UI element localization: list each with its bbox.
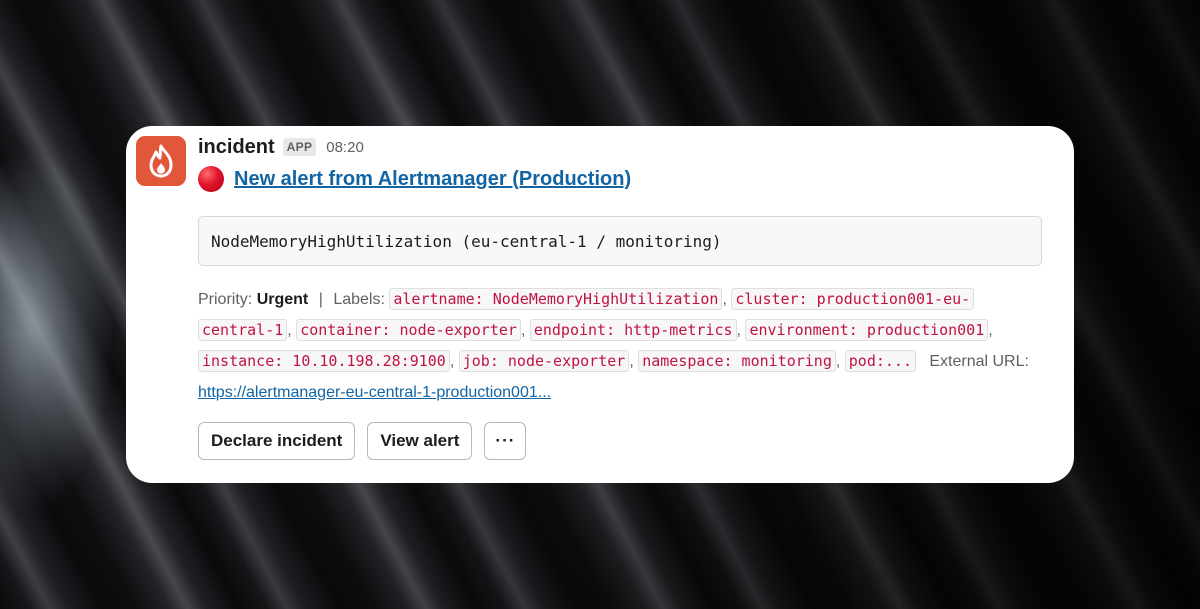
label-comma: , [736, 322, 741, 339]
labels-label: Labels: [333, 291, 385, 308]
label-namespace: namespace: monitoring [638, 350, 836, 372]
label-comma: , [988, 322, 993, 339]
label-job: job: node-exporter [458, 350, 630, 372]
alert-title-row: New alert from Alertmanager (Production) [198, 165, 1038, 193]
sender-name[interactable]: incident [198, 136, 275, 159]
app-badge: APP [282, 138, 317, 156]
label-environment: environment: production001 [745, 319, 989, 341]
external-url-link[interactable]: https://alertmanager-eu-central-1-produc… [198, 384, 551, 401]
priority-value: Urgent [256, 291, 309, 308]
message-card: incident APP 08:20 New alert from Alertm… [126, 126, 1074, 483]
label-instance: instance: 10.10.198.28:9100 [198, 350, 450, 372]
label-alertname: alertname: NodeMemoryHighUtilization [389, 288, 723, 310]
label-comma: , [835, 353, 841, 370]
label-comma: , [520, 322, 526, 339]
alert-code-block: NodeMemoryHighUtilization (eu-central-1 … [198, 216, 1042, 266]
label-comma: , [629, 353, 634, 370]
more-actions-button[interactable]: ··· [484, 422, 527, 460]
red-circle-icon [198, 166, 224, 192]
message-header: incident APP 08:20 [198, 134, 1038, 160]
message-timestamp[interactable]: 08:20 [326, 139, 364, 156]
declare-incident-button[interactable]: Declare incident [198, 422, 356, 460]
flame-icon [149, 144, 173, 178]
label-comma: , [449, 353, 455, 370]
ellipsis-icon: ··· [495, 431, 516, 450]
alert-metadata: Priority: Urgent | Labels: alertname: No… [198, 284, 1042, 408]
label-container: container: node-exporter [296, 319, 521, 341]
priority-label: Priority: [198, 291, 253, 308]
label-comma: , [722, 291, 727, 308]
message-content: incident APP 08:20 New alert from Alertm… [198, 134, 1042, 460]
view-alert-button[interactable]: View alert [367, 422, 473, 460]
label-comma: , [287, 322, 292, 339]
label-pod: pod:... [844, 350, 916, 372]
label-endpoint: endpoint: http-metrics [529, 319, 737, 341]
action-buttons: Declare incident View alert ··· [198, 422, 1038, 460]
external-url-label: External URL: [929, 353, 1029, 370]
app-avatar[interactable] [136, 136, 186, 186]
alert-title-link[interactable]: New alert from Alertmanager (Production) [234, 168, 631, 191]
separator: | [318, 291, 323, 308]
